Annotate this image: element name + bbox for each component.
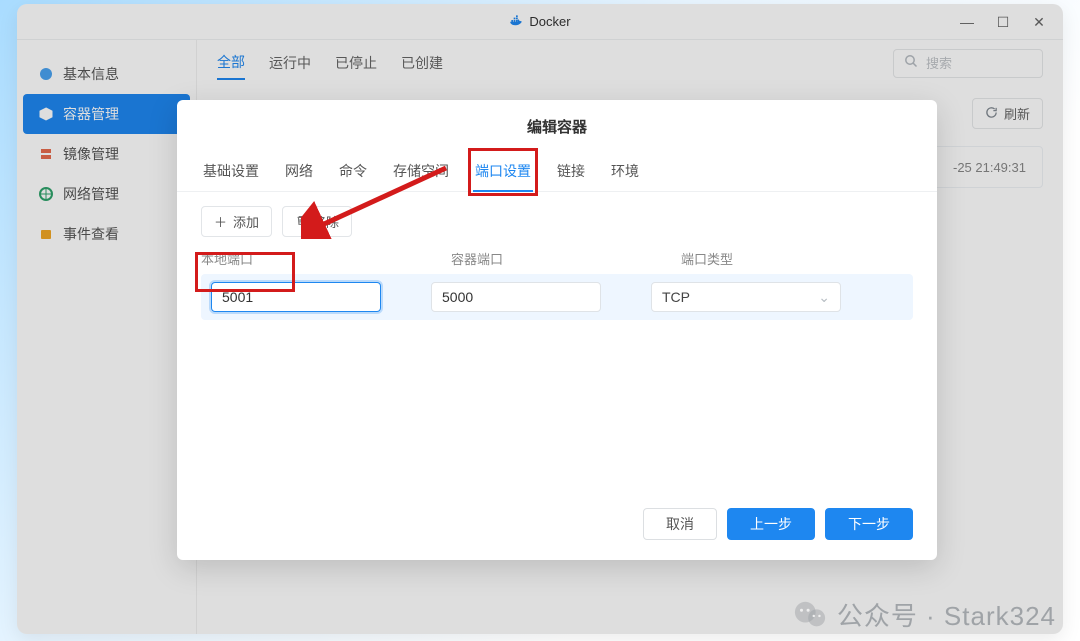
remove-port-button[interactable]: 移除 (282, 206, 352, 237)
modal-footer: 取消 上一步 下一步 (177, 492, 937, 560)
col-port-type: 端口类型 (681, 249, 913, 268)
chevron-down-icon: ⌄ (818, 289, 830, 306)
app-window: Docker — ☐ ✕ 基本信息 容器管理 镜像管理 网络管理 (17, 4, 1063, 634)
next-step-button[interactable]: 下一步 (825, 508, 913, 540)
col-container-port: 容器端口 (451, 249, 681, 268)
port-type-value: TCP (662, 289, 690, 305)
cancel-button[interactable]: 取消 (643, 508, 717, 540)
plus-icon: ＋ (214, 212, 227, 231)
modal-tab-storage[interactable]: 存储空间 (391, 153, 451, 191)
remove-label: 移除 (313, 212, 339, 231)
add-port-button[interactable]: ＋ 添加 (201, 206, 272, 237)
modal-body: ＋ 添加 移除 本地端口 容器端口 端口类型 TCP ⌄ (177, 192, 937, 492)
modal-tab-network[interactable]: 网络 (283, 153, 315, 191)
modal-tab-links[interactable]: 链接 (555, 153, 587, 191)
modal-tab-ports[interactable]: 端口设置 (473, 153, 533, 191)
watermark-text: 公众号 · Stark324 (837, 596, 1056, 633)
modal-tab-basic[interactable]: 基础设置 (201, 153, 261, 191)
add-label: 添加 (233, 212, 259, 231)
prev-step-button[interactable]: 上一步 (727, 508, 815, 540)
port-columns: 本地端口 容器端口 端口类型 (201, 249, 913, 268)
trash-icon (295, 214, 307, 229)
modal-tab-command[interactable]: 命令 (337, 153, 369, 191)
col-local-port: 本地端口 (201, 249, 451, 268)
modal-tabs: 基础设置 网络 命令 存储空间 端口设置 链接 环境 (177, 145, 937, 192)
local-port-input[interactable] (211, 282, 381, 312)
container-port-input[interactable] (431, 282, 601, 312)
edit-container-modal: 编辑容器 基础设置 网络 命令 存储空间 端口设置 链接 环境 ＋ 添加 移除 (177, 100, 937, 560)
watermark: 公众号 · Stark324 (793, 596, 1056, 633)
port-row[interactable]: TCP ⌄ (201, 274, 913, 320)
port-type-select[interactable]: TCP ⌄ (651, 282, 841, 312)
modal-title: 编辑容器 (177, 100, 937, 141)
modal-tab-env[interactable]: 环境 (609, 153, 641, 191)
wechat-icon (793, 598, 827, 632)
